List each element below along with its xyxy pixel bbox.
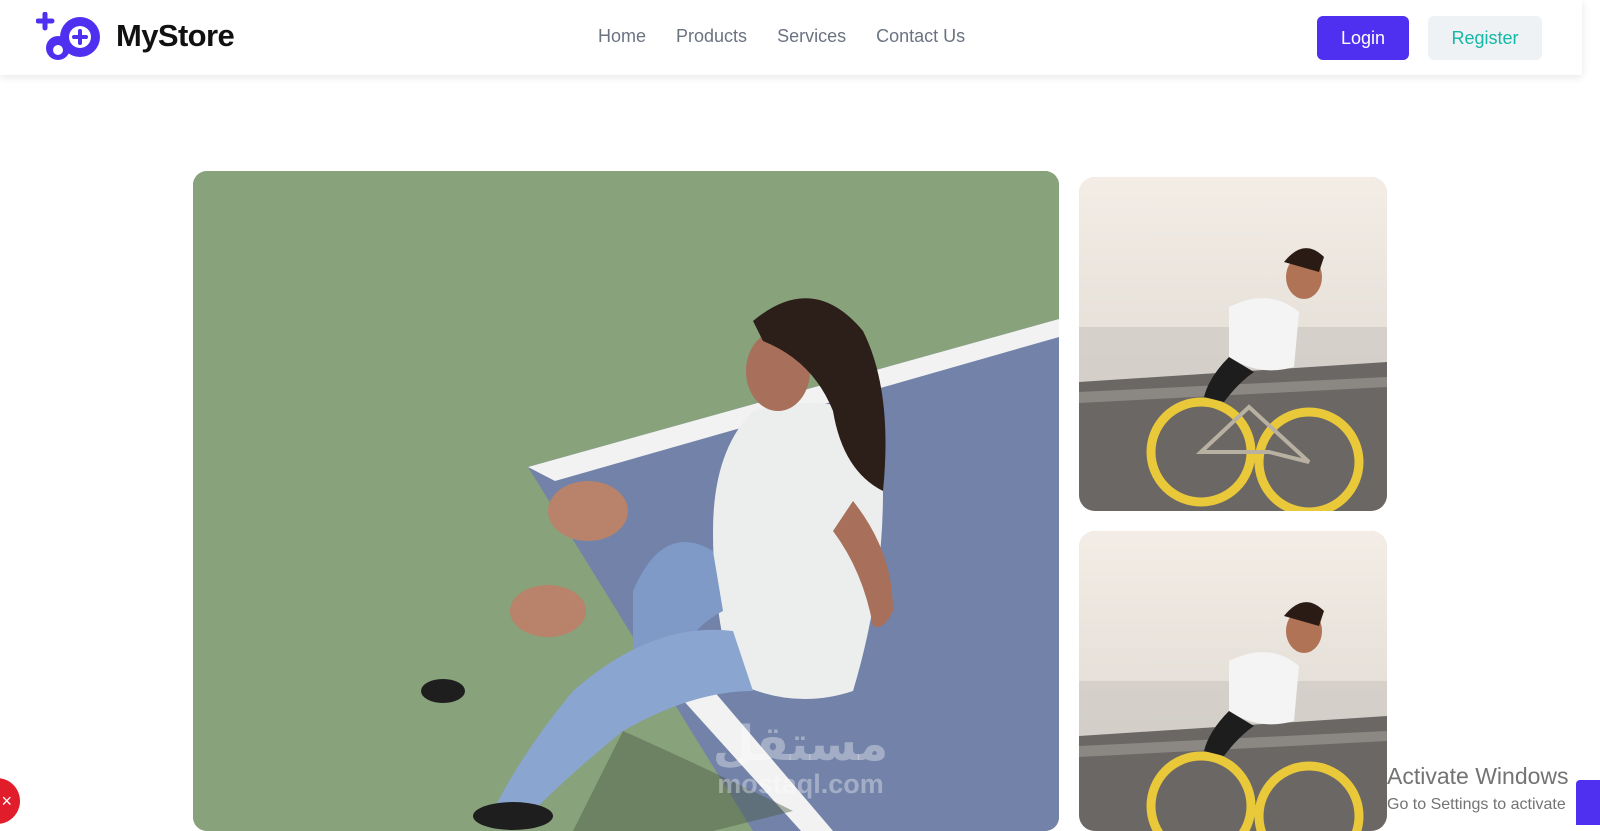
activate-title: Activate Windows	[1387, 763, 1569, 789]
register-button[interactable]: Register	[1428, 16, 1542, 60]
watermark-latin: mostaql.com	[717, 769, 884, 799]
nav-services[interactable]: Services	[777, 26, 846, 47]
cyclist-photo	[1079, 177, 1387, 511]
brand-logo[interactable]: MyStore	[36, 12, 235, 60]
watermark: مستقل mostaql.com	[703, 718, 898, 799]
nav-contact-us[interactable]: Contact Us	[876, 26, 965, 47]
chat-widget-tab[interactable]	[1576, 780, 1600, 825]
navbar: MyStore Home Products Services Contact U…	[0, 0, 1582, 75]
close-icon: ×	[1, 791, 12, 811]
nav-products[interactable]: Products	[676, 26, 747, 47]
brand-name: MyStore	[116, 18, 235, 53]
side-image-cyclist-1	[1079, 177, 1387, 511]
main-nav: Home Products Services Contact Us	[598, 26, 965, 47]
activate-subtitle: Go to Settings to activate	[1387, 796, 1566, 813]
activate-windows-notice: Activate Windows Go to Settings to activ…	[1387, 763, 1569, 814]
watermark-arabic: مستقل	[712, 718, 889, 771]
login-button[interactable]: Login	[1317, 16, 1409, 60]
side-image-cyclist-2	[1079, 531, 1387, 831]
hero-image	[193, 171, 1059, 831]
gamepad-logo-icon	[36, 12, 100, 60]
cyclist-photo	[1079, 531, 1387, 831]
nav-home[interactable]: Home	[598, 26, 646, 47]
hero-photo	[193, 171, 1059, 831]
close-widget-button[interactable]: ×	[0, 778, 20, 824]
